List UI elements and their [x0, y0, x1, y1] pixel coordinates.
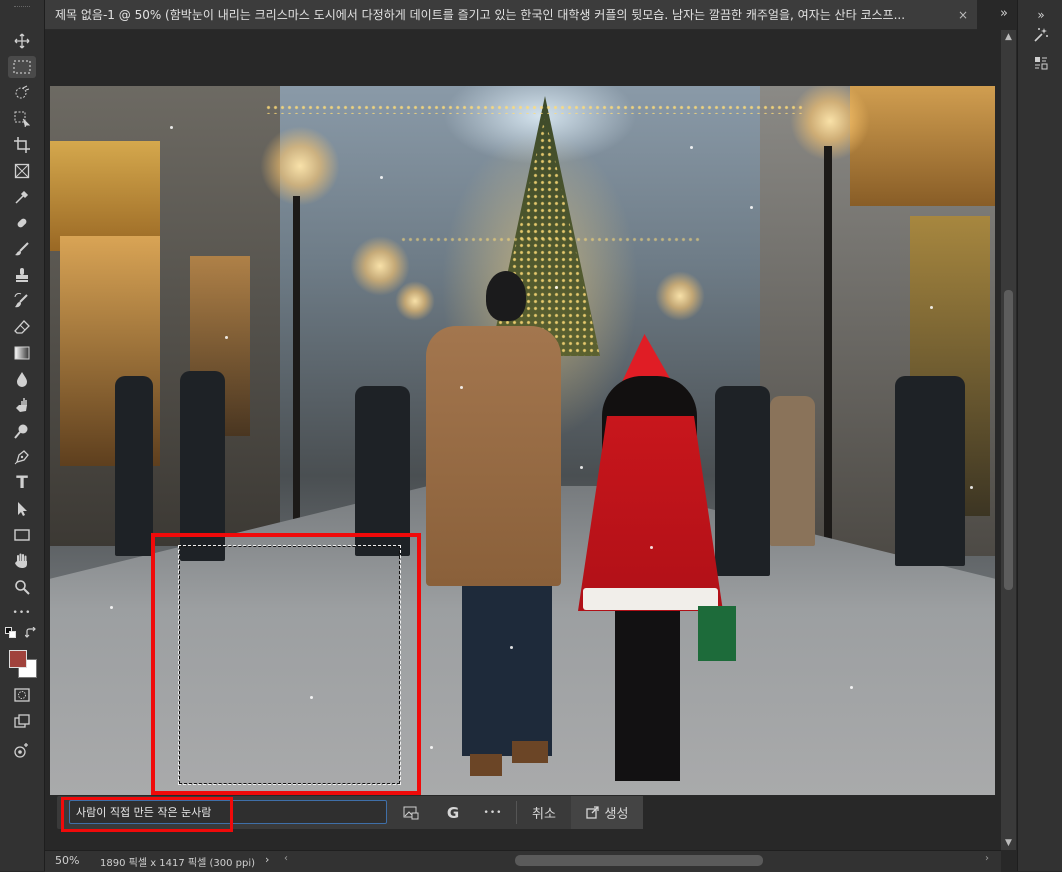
- scroll-down-icon[interactable]: ▼: [1001, 838, 1016, 848]
- panel-expand-icon[interactable]: »: [1030, 4, 1052, 26]
- right-shop-lights: [850, 86, 995, 206]
- lamp-post: [293, 196, 300, 536]
- street-lamp: [260, 126, 340, 206]
- lamp-post: [824, 146, 832, 556]
- blur-icon[interactable]: [8, 368, 36, 390]
- divider: [516, 801, 517, 824]
- spot-healing-icon[interactable]: [8, 212, 36, 234]
- horizontal-scrollbar-thumb[interactable]: [515, 855, 763, 866]
- generate-icon: [585, 806, 599, 819]
- snowflake: [970, 486, 973, 489]
- scrollbar-thumb[interactable]: [1004, 290, 1013, 590]
- pen-icon[interactable]: [8, 446, 36, 468]
- status-menu-arrow[interactable]: ›: [265, 853, 269, 866]
- eyedropper-icon[interactable]: [8, 186, 36, 208]
- path-select-icon[interactable]: [8, 498, 36, 520]
- tools-panel: T •••: [0, 0, 45, 871]
- cancel-button[interactable]: 취소: [522, 796, 566, 829]
- image-reference-icon[interactable]: [397, 796, 425, 829]
- garland-lights: [265, 104, 805, 114]
- man-coat: [426, 326, 561, 586]
- rect-marquee-icon[interactable]: [8, 56, 36, 78]
- garland-lights-far: [400, 236, 700, 244]
- panel-expand-icon[interactable]: »: [993, 4, 1015, 24]
- scroll-left-icon[interactable]: ‹: [284, 853, 288, 864]
- google-model-icon[interactable]: G: [439, 796, 467, 829]
- eraser-icon[interactable]: [8, 316, 36, 338]
- snowflake: [110, 606, 113, 609]
- man-jeans: [462, 586, 552, 756]
- brush-icon[interactable]: [8, 238, 36, 260]
- quick-mask-icon[interactable]: [8, 684, 36, 706]
- rectangle-icon[interactable]: [8, 524, 36, 546]
- default-colors-icon[interactable]: [4, 626, 18, 640]
- gradient-icon[interactable]: [8, 342, 36, 364]
- document-tab[interactable]: 제목 없음-1 @ 50% (함박눈이 내리는 크리스마스 도시에서 다정하게 …: [45, 0, 977, 29]
- object-selection-icon[interactable]: [8, 108, 36, 130]
- pedestrian: [715, 386, 770, 576]
- zoom-level[interactable]: 50%: [55, 854, 79, 867]
- object-select-icon[interactable]: [8, 82, 36, 104]
- snowflake: [510, 646, 513, 649]
- smudge-icon[interactable]: [8, 394, 36, 416]
- status-bar: 50% 1890 픽셀 x 1417 픽셀 (300 ppi) › ‹ ›: [45, 850, 1001, 872]
- hand-icon[interactable]: [8, 550, 36, 572]
- type-icon[interactable]: T: [8, 472, 36, 494]
- more-tools-icon[interactable]: •••: [8, 602, 36, 624]
- document-tab-bar: 제목 없음-1 @ 50% (함박눈이 내리는 크리스마스 도시에서 다정하게 …: [45, 0, 977, 30]
- vertical-scrollbar[interactable]: ▲ ▼: [1001, 30, 1016, 850]
- pedestrian: [895, 376, 965, 566]
- gift-bag: [698, 606, 736, 661]
- pedestrian: [355, 386, 410, 556]
- snowflake: [225, 336, 228, 339]
- snowflake: [930, 306, 933, 309]
- snowflake: [170, 126, 173, 129]
- move-icon[interactable]: [8, 30, 36, 52]
- generate-button[interactable]: 생성: [571, 796, 643, 829]
- annotation-box-prompt: [61, 797, 233, 832]
- man-head: [486, 271, 526, 321]
- snowflake: [380, 176, 383, 179]
- history-brush-icon[interactable]: [8, 290, 36, 312]
- snowflake: [580, 466, 583, 469]
- right-panel-strip: »: [1017, 0, 1062, 871]
- more-options-icon[interactable]: •••: [479, 796, 507, 829]
- street-lamp: [655, 271, 705, 321]
- generate-label: 생성: [604, 807, 629, 822]
- swap-colors-icon[interactable]: [24, 626, 38, 640]
- woman-tights: [615, 611, 680, 781]
- snowflake: [690, 146, 693, 149]
- dodge-icon[interactable]: [8, 420, 36, 442]
- scroll-right-icon[interactable]: ›: [985, 853, 989, 864]
- panel-grip[interactable]: [14, 6, 30, 10]
- scroll-up-icon[interactable]: ▲: [1001, 32, 1016, 42]
- street-lamp: [395, 281, 435, 321]
- pedestrian: [115, 376, 153, 556]
- clone-stamp-icon[interactable]: [8, 264, 36, 286]
- snowflake: [460, 386, 463, 389]
- document-info: 1890 픽셀 x 1417 픽셀 (300 ppi): [100, 858, 256, 869]
- snowflake: [555, 286, 558, 289]
- santa-hat: [622, 334, 672, 382]
- frame-icon[interactable]: [8, 160, 36, 182]
- screen-mode-icon[interactable]: [8, 710, 36, 732]
- man-boot: [470, 754, 502, 776]
- snowflake: [750, 206, 753, 209]
- pedestrian: [770, 396, 815, 546]
- man-boot: [512, 741, 548, 763]
- snowflake: [650, 546, 653, 549]
- zoom-icon[interactable]: [8, 576, 36, 598]
- left-shop-lights: [50, 141, 160, 251]
- adjust-icon[interactable]: [1030, 24, 1052, 46]
- close-icon[interactable]: ×: [953, 8, 973, 22]
- foreground-color-swatch[interactable]: [9, 650, 27, 668]
- annotation-box-selection: [151, 533, 421, 795]
- snowflake: [430, 746, 433, 749]
- edit-toolbar-icon[interactable]: [8, 740, 36, 762]
- snowflake: [850, 686, 853, 689]
- properties-icon[interactable]: [1030, 52, 1052, 74]
- document-title: 제목 없음-1 @ 50% (함박눈이 내리는 크리스마스 도시에서 다정하게 …: [55, 8, 906, 22]
- santa-dress: [578, 416, 723, 611]
- crop-icon[interactable]: [8, 134, 36, 156]
